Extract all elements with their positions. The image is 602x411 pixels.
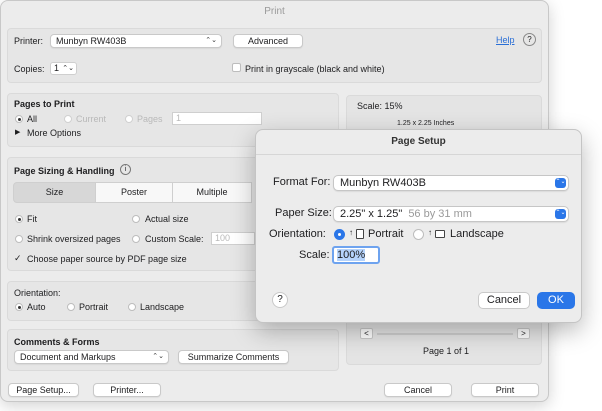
format-for-value: Munbyn RW403B [340, 177, 427, 189]
copies-field[interactable]: 1 ⌃⌄ [50, 62, 77, 75]
tab-multiple[interactable]: Multiple [172, 182, 252, 203]
preview-size: 1.25 x 2.25 Inches [397, 120, 455, 127]
page-slider-track[interactable] [377, 333, 513, 335]
grayscale-checkbox[interactable] [232, 63, 241, 72]
print-button[interactable]: Print [471, 383, 539, 397]
orientation-label: Orientation: [269, 228, 326, 240]
help-icon[interactable]: ? [272, 292, 288, 308]
pages-radio[interactable] [125, 115, 133, 123]
custom-scale-radio[interactable] [132, 235, 140, 243]
format-for-label: Format For: [273, 176, 331, 188]
printer-label: Printer: [14, 36, 44, 46]
portrait-label: Portrait [79, 302, 109, 312]
custom-scale-value: 100 [215, 233, 231, 243]
printer-select-value: Munbyn RW403B [56, 36, 127, 46]
tab-poster[interactable]: Poster [95, 182, 173, 203]
custom-scale-label: Custom Scale: [145, 234, 204, 244]
copies-value: 1 [54, 63, 60, 73]
landscape-radio[interactable] [128, 303, 136, 311]
preview-scale: Scale: 15% [357, 101, 403, 111]
chevron-updown-icon: ⌃⌄ [555, 178, 566, 188]
next-page-button[interactable]: > [517, 328, 530, 339]
orientation-heading: Orientation: [14, 288, 61, 298]
info-icon[interactable]: i [120, 164, 131, 175]
printer-button[interactable]: Printer... [93, 383, 161, 397]
previous-page-button[interactable]: < [360, 328, 373, 339]
sizing-heading: Page Sizing & Handling [14, 166, 115, 176]
help-link[interactable]: Help [496, 35, 515, 45]
portrait-orientation-icon: ↑ [349, 228, 353, 237]
paper-size-detail: 56 by 31 mm [408, 208, 472, 220]
chevron-updown-icon: ⌃⌄ [205, 37, 217, 44]
pages-range-field[interactable]: 1 [172, 112, 262, 125]
title-divider [256, 154, 581, 155]
more-options-label[interactable]: More Options [27, 128, 81, 138]
cancel-button-setup[interactable]: Cancel [478, 292, 530, 309]
portrait-radio-setup[interactable] [334, 229, 345, 240]
custom-scale-field[interactable]: 100 [211, 232, 255, 245]
portrait-radio[interactable] [67, 303, 75, 311]
advanced-button[interactable]: Advanced [233, 34, 303, 48]
paper-size-label: Paper Size: [275, 207, 332, 219]
scale-label: Scale: [299, 249, 330, 261]
pages-label: Pages [137, 114, 163, 124]
all-radio[interactable] [15, 115, 23, 123]
page-setup-title: Page Setup [391, 136, 446, 147]
paper-source-label[interactable]: Choose paper source by PDF page size [27, 254, 187, 264]
help-icon[interactable]: ? [523, 33, 536, 46]
comments-heading: Comments & Forms [14, 337, 100, 347]
actual-size-radio[interactable] [132, 215, 140, 223]
pages-to-print-heading: Pages to Print [14, 99, 75, 109]
landscape-page-icon [435, 230, 445, 238]
ok-button[interactable]: OK [537, 292, 575, 309]
page-setup-button[interactable]: Page Setup... [8, 383, 79, 397]
tab-size[interactable]: Size [13, 182, 96, 203]
actual-size-label: Actual size [145, 214, 189, 224]
portrait-page-icon [356, 229, 364, 239]
auto-radio[interactable] [15, 303, 23, 311]
summarize-comments-button[interactable]: Summarize Comments [178, 350, 289, 364]
pages-range-value: 1 [176, 113, 182, 123]
landscape-orientation-icon: ↑ [428, 228, 432, 237]
disclosure-triangle-icon[interactable]: ▶ [15, 128, 20, 136]
scale-field[interactable]: 100% [332, 246, 380, 264]
shrink-radio[interactable] [15, 235, 23, 243]
fit-label: Fit [27, 214, 37, 224]
landscape-radio-setup[interactable] [413, 229, 424, 240]
scale-value: 100% [337, 249, 366, 261]
format-for-select[interactable]: Munbyn RW403B ⌃⌄ [333, 175, 569, 191]
chevron-updown-icon: ⌃⌄ [555, 209, 566, 219]
current-label: Current [76, 114, 107, 124]
current-radio[interactable] [64, 115, 72, 123]
all-label: All [27, 114, 38, 124]
checkmark-icon: ✓ [14, 253, 22, 263]
paper-size-value: 2.25" x 1.25" [340, 208, 403, 220]
chevron-updown-icon: ⌃⌄ [152, 353, 164, 360]
landscape-label: Landscape [140, 302, 185, 312]
portrait-label-setup: Portrait [368, 228, 404, 240]
page-setup-dialog: Page Setup Format For: Munbyn RW403B ⌃⌄ … [255, 129, 582, 323]
printer-select[interactable]: Munbyn RW403B ⌃⌄ [50, 34, 222, 48]
landscape-label-setup: Landscape [450, 228, 504, 240]
cancel-button[interactable]: Cancel [384, 383, 452, 397]
auto-label: Auto [27, 302, 46, 312]
shrink-label: Shrink oversized pages [27, 234, 121, 244]
window-title: Print [264, 6, 285, 17]
comments-select[interactable]: Document and Markups ⌃⌄ [14, 350, 169, 364]
paper-size-select[interactable]: 2.25" x 1.25" 56 by 31 mm ⌃⌄ [333, 206, 569, 222]
copies-stepper[interactable]: ⌃⌄ [62, 63, 74, 74]
copies-label: Copies: [14, 64, 45, 74]
fit-radio[interactable] [15, 215, 23, 223]
grayscale-label: Print in grayscale (black and white) [245, 64, 385, 74]
page-indicator: Page 1 of 1 [423, 346, 470, 356]
comments-select-value: Document and Markups [20, 352, 116, 362]
